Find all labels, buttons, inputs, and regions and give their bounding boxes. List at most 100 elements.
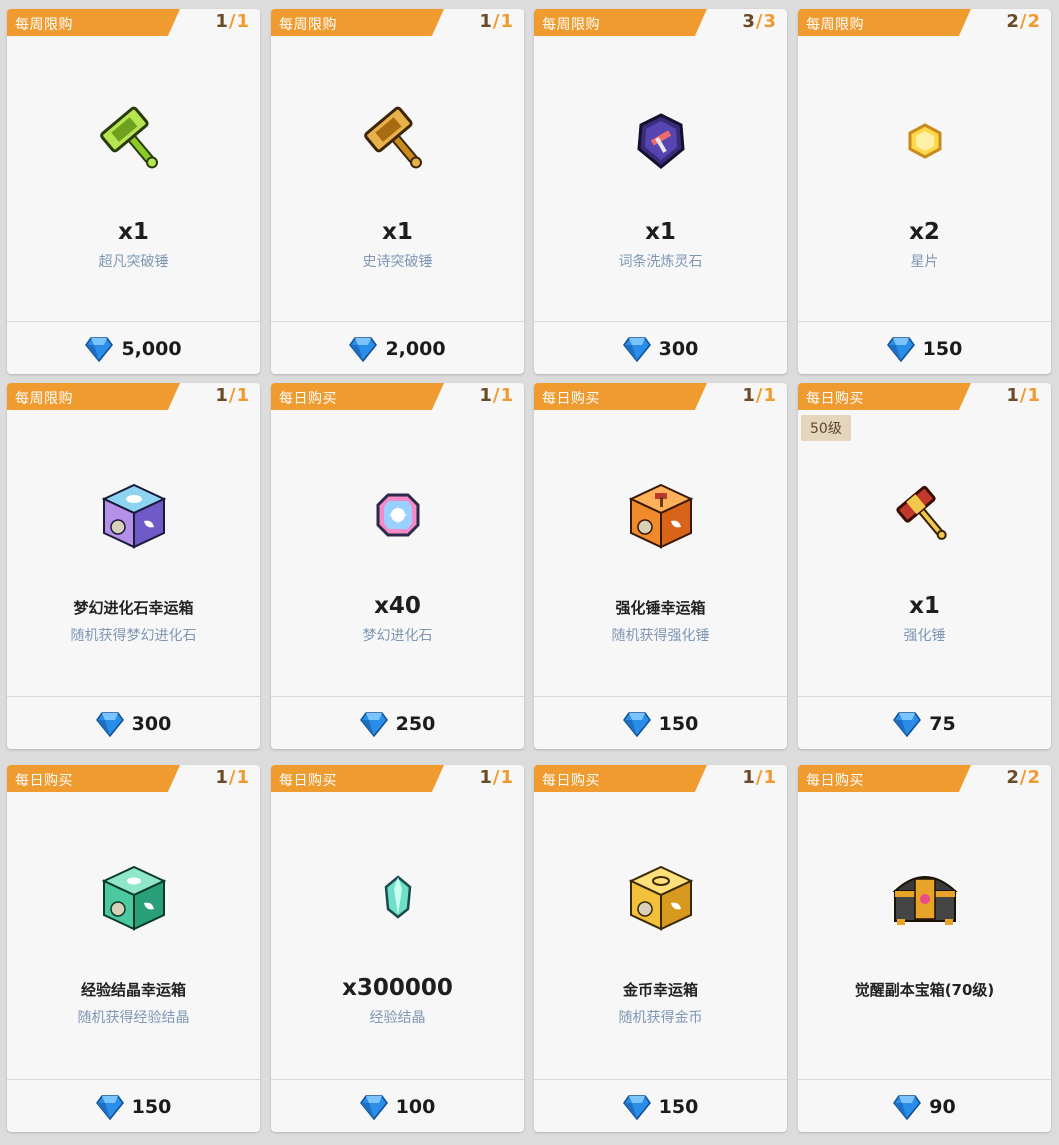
- diamond-icon: [893, 1095, 922, 1120]
- divider: [271, 696, 524, 697]
- item-name: 强化锤: [903, 628, 946, 644]
- price-button[interactable]: 150: [7, 1082, 260, 1132]
- gold-hammer-icon: [358, 101, 438, 181]
- exp-lucky-box-icon: [94, 857, 174, 937]
- price-button[interactable]: 5,000: [7, 324, 260, 374]
- divider: [271, 1079, 524, 1080]
- divider: [271, 321, 524, 322]
- item-name: 随机获得经验结晶: [77, 1010, 190, 1026]
- shop-item-card[interactable]: 每日购买 1/1 金币幸运箱 随机获得金币 150: [534, 765, 787, 1132]
- limit-type-label: 每周限购: [542, 17, 600, 33]
- item-name: 随机获得强化锤: [611, 628, 710, 644]
- shop-grid: 每周限购 1/1 x1 超凡突破锤 5,000 每周限购 1/1 x1 史诗突破…: [0, 0, 1059, 1145]
- price-value: 75: [929, 713, 956, 735]
- divider: [534, 696, 787, 697]
- divider: [7, 321, 260, 322]
- price-button[interactable]: 75: [798, 699, 1051, 749]
- item-quantity: x1: [382, 219, 413, 245]
- price-button[interactable]: 150: [798, 324, 1051, 374]
- item-name: 随机获得金币: [618, 1010, 703, 1026]
- shop-item-card[interactable]: 每日购买 1/1 x300000 经验结晶 100: [271, 765, 524, 1132]
- item-quantity: x1: [645, 219, 676, 245]
- shop-item-card[interactable]: 每周限购 2/2 x2 星片 150: [798, 9, 1051, 374]
- purchase-count: 3/3: [742, 11, 777, 32]
- dream-stone-icon: [358, 475, 438, 555]
- level-requirement-badge: 50级: [801, 415, 851, 441]
- purchase-count: 1/1: [479, 385, 514, 406]
- shop-item-card[interactable]: 每日购买 2/2 觉醒副本宝箱(70级) 90: [798, 765, 1051, 1132]
- divider: [798, 1079, 1051, 1080]
- shop-item-card[interactable]: 每周限购 3/3 x1 词条洗炼灵石 300: [534, 9, 787, 374]
- price-button[interactable]: 300: [7, 699, 260, 749]
- shop-item-card[interactable]: 每周限购 1/1 x1 超凡突破锤 5,000: [7, 9, 260, 374]
- item-title: 强化锤幸运箱: [615, 599, 706, 617]
- item-quantity: x1: [909, 593, 940, 619]
- diamond-icon: [359, 712, 388, 737]
- price-button[interactable]: 100: [271, 1082, 524, 1132]
- item-name: 随机获得梦幻进化石: [70, 628, 197, 644]
- divider: [534, 1079, 787, 1080]
- purchase-count: 1/1: [742, 767, 777, 788]
- enhance-hammer-icon: [885, 475, 965, 555]
- price-button[interactable]: 150: [534, 699, 787, 749]
- diamond-icon: [95, 1095, 124, 1120]
- divider: [798, 321, 1051, 322]
- price-value: 150: [658, 713, 699, 735]
- item-name: 词条洗炼灵石: [618, 254, 703, 270]
- refine-stone-icon: [621, 101, 701, 181]
- item-title: 经验结晶幸运箱: [80, 981, 186, 999]
- limit-type-label: 每周限购: [15, 391, 73, 407]
- price-value: 5,000: [121, 338, 182, 360]
- diamond-icon: [622, 337, 651, 362]
- diamond-icon: [349, 337, 378, 362]
- price-button[interactable]: 2,000: [271, 324, 524, 374]
- limit-type-label: 每日购买: [279, 773, 337, 789]
- shop-item-card[interactable]: 每日购买 1/1 经验结晶幸运箱 随机获得经验结晶 150: [7, 765, 260, 1132]
- price-value: 150: [131, 1096, 172, 1118]
- price-button[interactable]: 250: [271, 699, 524, 749]
- price-button[interactable]: 150: [534, 1082, 787, 1132]
- shop-item-card[interactable]: 每日购买 1/1 强化锤幸运箱 随机获得强化锤 150: [534, 383, 787, 749]
- divider: [534, 321, 787, 322]
- awaken-chest-icon: [885, 857, 965, 937]
- hammer-lucky-box-icon: [621, 475, 701, 555]
- purchase-count: 1/1: [215, 11, 250, 32]
- limit-type-label: 每日购买: [806, 773, 864, 789]
- diamond-icon: [886, 337, 915, 362]
- item-quantity: x300000: [342, 975, 453, 1001]
- price-value: 150: [922, 338, 963, 360]
- item-quantity: x40: [374, 593, 421, 619]
- shop-item-card[interactable]: 每日购买 1/1 50级 x1 强化锤 75: [798, 383, 1051, 749]
- item-title: 觉醒副本宝箱(70级): [854, 981, 995, 999]
- purchase-count: 2/2: [1006, 767, 1041, 788]
- price-value: 100: [395, 1096, 436, 1118]
- diamond-icon: [95, 712, 124, 737]
- price-button[interactable]: 90: [798, 1082, 1051, 1132]
- purchase-count: 1/1: [215, 385, 250, 406]
- limit-type-label: 每日购买: [542, 391, 600, 407]
- item-name: 经验结晶: [369, 1010, 426, 1026]
- purchase-count: 2/2: [1006, 11, 1041, 32]
- price-value: 300: [658, 338, 699, 360]
- price-value: 2,000: [385, 338, 446, 360]
- limit-type-label: 每周限购: [279, 17, 337, 33]
- divider: [7, 1079, 260, 1080]
- limit-type-label: 每周限购: [15, 17, 73, 33]
- purchase-count: 1/1: [479, 11, 514, 32]
- star-shard-icon: [885, 101, 965, 181]
- limit-type-label: 每日购买: [15, 773, 73, 789]
- purchase-count: 1/1: [479, 767, 514, 788]
- item-name: 星片: [910, 254, 939, 270]
- limit-type-label: 每日购买: [279, 391, 337, 407]
- diamond-icon: [893, 712, 922, 737]
- shop-item-card[interactable]: 每周限购 1/1 梦幻进化石幸运箱 随机获得梦幻进化石 300: [7, 383, 260, 749]
- item-name: 梦幻进化石: [362, 628, 433, 644]
- gold-lucky-box-icon: [621, 857, 701, 937]
- shop-item-card[interactable]: 每日购买 1/1 x40 梦幻进化石 250: [271, 383, 524, 749]
- price-value: 150: [658, 1096, 699, 1118]
- limit-type-label: 每日购买: [806, 391, 864, 407]
- price-button[interactable]: 300: [534, 324, 787, 374]
- item-title: 金币幸运箱: [622, 981, 698, 999]
- price-value: 90: [929, 1096, 956, 1118]
- shop-item-card[interactable]: 每周限购 1/1 x1 史诗突破锤 2,000: [271, 9, 524, 374]
